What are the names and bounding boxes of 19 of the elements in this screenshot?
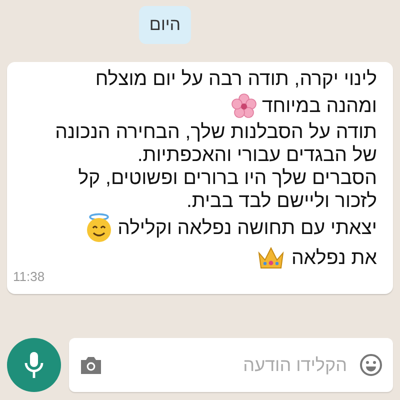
message-text: של הבגדים עבורי והאכפתיות. bbox=[137, 144, 377, 166]
message-text: את נפלאה bbox=[291, 246, 377, 270]
microphone-icon bbox=[23, 351, 45, 379]
message-text: לינוי יקרה, תודה רבה על יום מוצלח bbox=[95, 68, 377, 90]
crown-icon bbox=[256, 244, 286, 270]
flower-icon bbox=[230, 92, 257, 118]
message-text: ומהנה במיוחד bbox=[262, 94, 377, 118]
camera-icon[interactable] bbox=[79, 355, 103, 375]
message-text: יצאתי עם תחושה נפלאה וקלילה bbox=[118, 216, 377, 240]
message-text: לזכור וליישם לבד בבית. bbox=[186, 190, 377, 212]
message-time: 11:38 bbox=[13, 268, 46, 286]
microphone-button[interactable] bbox=[7, 338, 61, 392]
message-field[interactable]: הקלידו הודעה bbox=[113, 350, 349, 380]
message-text: הסברים שלך היו ברורים ופשוטים, קל bbox=[78, 166, 377, 190]
message-field[interactable]: הקלידו הודעה bbox=[69, 338, 393, 392]
smiling-face-icon bbox=[84, 212, 113, 242]
date-chip: היום bbox=[139, 6, 191, 44]
emoji-icon[interactable] bbox=[359, 353, 383, 377]
message-text: תודה על הסבלנות שלך, הבחירה הנכונה bbox=[55, 120, 377, 144]
